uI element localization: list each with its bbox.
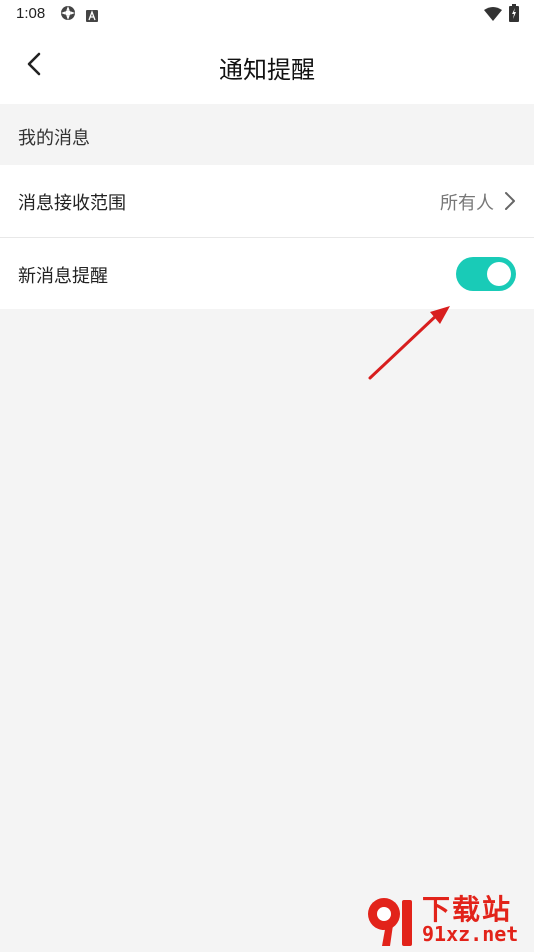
watermark-domain: 91xz.net — [422, 922, 519, 946]
battery-icon — [509, 4, 519, 26]
new-message-toggle[interactable] — [456, 257, 516, 291]
wifi-icon — [484, 6, 502, 25]
nav-bar: 通知提醒 — [0, 28, 534, 104]
status-bar: 1:08 — [0, 0, 534, 28]
status-time: 1:08 — [16, 5, 46, 22]
watermark-logo — [364, 894, 420, 952]
chevron-right-icon — [504, 191, 516, 215]
gear-icon — [60, 5, 76, 25]
section-title: 我的消息 — [18, 128, 90, 149]
message-range-value: 所有人 — [440, 193, 494, 214]
font-icon — [86, 7, 98, 26]
toggle-knob — [487, 262, 511, 286]
message-range-label: 消息接收范围 — [18, 193, 126, 214]
section-header: 我的消息 — [0, 104, 534, 165]
message-range-row[interactable]: 消息接收范围 所有人 — [0, 165, 534, 237]
new-message-row: 新消息提醒 — [0, 237, 534, 309]
new-message-label: 新消息提醒 — [18, 266, 108, 287]
page-title: 通知提醒 — [219, 56, 315, 84]
watermark: 下载站 91xz.net — [362, 888, 534, 950]
annotation-arrow — [360, 300, 460, 389]
